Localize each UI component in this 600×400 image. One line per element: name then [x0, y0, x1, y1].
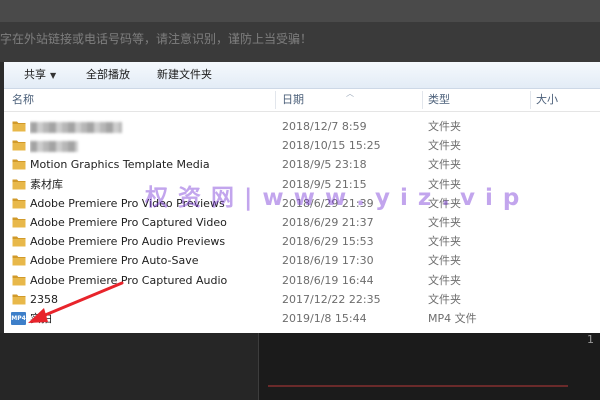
file-name: Motion Graphics Template Media: [30, 158, 210, 172]
column-size[interactable]: 大小: [530, 89, 600, 111]
file-name: 2358: [30, 292, 58, 306]
blurred-name: [30, 140, 78, 152]
toolbar: 共享 ▼ 全部播放 新建文件夹: [4, 62, 600, 89]
blurred-name: [30, 121, 122, 133]
folder-icon: [12, 158, 26, 170]
file-type: 文件夹: [428, 292, 461, 306]
file-date: 2018/6/19 17:30: [282, 254, 374, 268]
file-name: [30, 117, 275, 136]
column-date[interactable]: 日期: [276, 89, 422, 111]
file-date: 2018/6/29 21:37: [282, 216, 374, 229]
folder-icon: [12, 120, 26, 132]
file-row[interactable]: Adobe Premiere Pro Captured Video 2018/6/…: [4, 213, 600, 232]
folder-icon: [12, 293, 26, 305]
folder-icon: [12, 197, 26, 209]
file-name: 实拍: [30, 312, 52, 325]
file-type: MP4 文件: [428, 312, 477, 325]
background-scrub-bar: [268, 385, 568, 387]
background-notice-text: 字在外站链接或电话号码等，请注意识别，谨防上当受骗！: [0, 32, 313, 46]
file-name: Adobe Premiere Pro Auto-Save: [30, 254, 199, 268]
column-type[interactable]: 类型: [422, 89, 530, 111]
folder-icon: [12, 235, 26, 247]
file-date: 2018/12/7 8:59: [282, 120, 367, 133]
background-app-bottom: 1: [0, 333, 600, 400]
file-date: 2019/1/8 15:44: [282, 312, 367, 325]
file-date: 2018/6/19 16:44: [282, 273, 374, 287]
file-type: 文件夹: [428, 273, 461, 287]
file-row[interactable]: 2358 2017/12/22 22:35 文件夹: [4, 290, 600, 309]
file-type: 文件夹: [428, 254, 461, 268]
file-name: Adobe Premiere Pro Audio Previews: [30, 235, 226, 249]
file-name: Adobe Premiere Pro Captured Video: [30, 216, 227, 229]
background-video-panel: [258, 333, 600, 400]
file-name: Adobe Premiere Pro Captured Audio: [30, 273, 228, 287]
file-type: 文件夹: [428, 139, 461, 153]
background-app-top: 字在外站链接或电话号码等，请注意识别，谨防上当受骗！: [0, 0, 600, 62]
watermark-text: 权 资 网 | w w w . y i z . v i p: [145, 185, 521, 211]
folder-icon: [12, 178, 26, 190]
share-button-label: 共享: [24, 68, 46, 81]
file-row[interactable]: Motion Graphics Template Media 2018/9/5 2…: [4, 155, 600, 174]
play-all-button[interactable]: 全部播放: [86, 67, 130, 83]
file-type: 文件夹: [428, 216, 461, 229]
folder-icon: [12, 254, 26, 266]
column-header: 名称 ︿ 日期 类型 大小: [4, 89, 600, 112]
file-date: 2017/12/22 22:35: [282, 292, 381, 306]
file-date: 2018/9/5 23:18: [282, 158, 367, 172]
chevron-down-icon: ▼: [50, 71, 57, 80]
folder-icon: [12, 274, 26, 286]
folder-icon: [12, 216, 26, 228]
folder-icon: [12, 139, 26, 151]
file-type: 文件夹: [428, 158, 461, 172]
background-number: 1: [587, 333, 594, 346]
file-name: [30, 136, 275, 155]
share-button[interactable]: 共享 ▼: [24, 67, 56, 83]
file-row[interactable]: Adobe Premiere Pro Audio Previews 2018/6/…: [4, 232, 600, 251]
file-row[interactable]: MP4 实拍 2019/1/8 15:44 MP4 文件: [4, 309, 600, 328]
new-folder-button[interactable]: 新建文件夹: [157, 67, 212, 83]
file-row[interactable]: 2018/10/15 15:25 文件夹: [4, 136, 600, 155]
file-type: 文件夹: [428, 120, 461, 133]
mp4-file-icon: MP4: [11, 312, 26, 325]
column-name[interactable]: 名称: [6, 89, 274, 111]
file-row[interactable]: 2018/12/7 8:59 文件夹: [4, 117, 600, 136]
file-date: 2018/10/15 15:25: [282, 139, 381, 153]
file-row[interactable]: Adobe Premiere Pro Auto-Save 2018/6/19 17…: [4, 251, 600, 270]
file-type: 文件夹: [428, 235, 461, 249]
background-title-strip: [0, 0, 600, 22]
file-row[interactable]: Adobe Premiere Pro Captured Audio 2018/6/…: [4, 271, 600, 290]
file-date: 2018/6/29 15:53: [282, 235, 374, 249]
